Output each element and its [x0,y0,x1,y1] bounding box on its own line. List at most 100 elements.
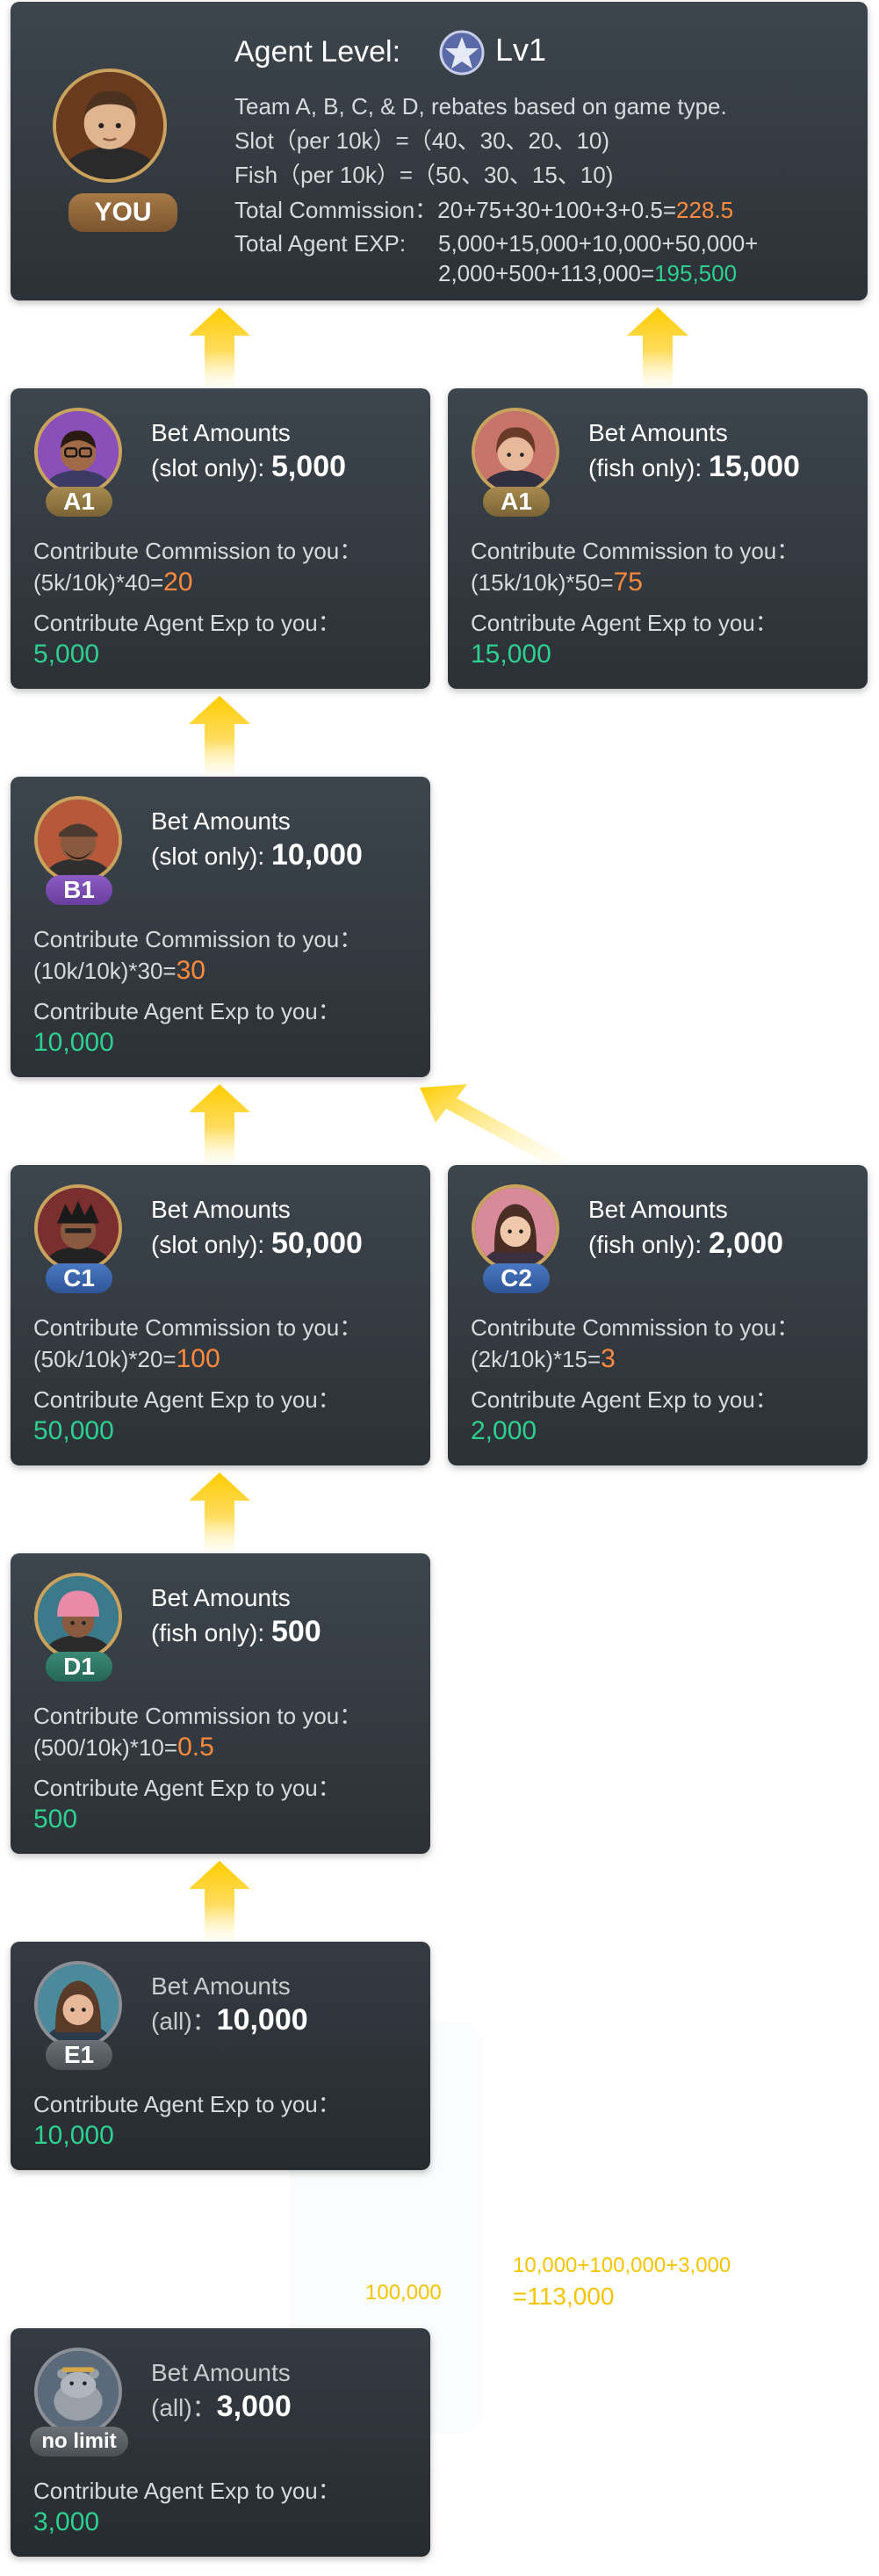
c1-commission-label: Contribute Commission to you： [33,1314,363,1341]
b1-badge: B1 [46,875,112,905]
e1-bet-label-2: (all)： [151,2008,217,2035]
member-card-c1: C1 Bet Amounts (slot only): 50,000 Contr… [11,1165,430,1465]
agent-level-value: Lv1 [495,32,547,68]
a1-slot-commission: (5k/10k)*40=20 [33,566,193,599]
a1-fish-badge: A1 [483,487,550,517]
b1-bet-label-1: Bet Amounts [151,807,291,835]
a1-fish-commission-label: Contribute Commission to you： [471,538,800,564]
a1-slot-bet-label-1: Bet Amounts [151,419,291,446]
no-limit-bet-line: (all)：3,000 [151,2390,292,2425]
c2-bet-label-2: (fish only): [588,1231,702,1258]
b1-exp-value: 10,000 [33,1028,114,1057]
a1-slot-badge: A1 [46,487,112,517]
b1-bet-label-2: (slot only): [151,843,265,870]
d1-avatar [34,1573,122,1661]
hippo-avatar-icon [38,2351,119,2432]
member-avatar-icon [38,800,119,880]
c2-commission-value: 3 [601,1344,616,1373]
up-arrow-icon [627,308,688,387]
e1-bet-line: (all)：10,000 [151,2003,308,2038]
a1-fish-bet-label-2: (fish only): [588,454,702,481]
member-card-d1: D1 Bet Amounts (fish only): 500 Contribu… [11,1553,430,1854]
a1-fish-exp-label: Contribute Agent Exp to you： [471,610,778,636]
diagonal-arrow-icon [420,1084,566,1167]
member-card-a1-fish: A1 Bet Amounts (fish only): 15,000 Contr… [448,388,868,689]
member-card-no-limit: no limit Bet Amounts (all)：3,000 Contrib… [11,2328,430,2557]
c2-bet-value: 2,000 [708,1226,784,1260]
agent-level-label: Agent Level: [234,35,401,69]
c2-avatar [472,1184,559,1272]
e1-bet-value: 10,000 [216,2003,308,2037]
c2-commission: (2k/10k)*15=3 [471,1342,616,1376]
a1-fish-commission-value: 75 [613,568,643,597]
c2-exp-label: Contribute Agent Exp to you： [471,1386,778,1413]
a1-slot-bet-label-2: (slot only): [151,454,265,481]
member-card-b1: B1 Bet Amounts (slot only): 10,000 Contr… [11,777,430,1077]
b1-exp-label: Contribute Agent Exp to you： [33,998,341,1024]
member-avatar-icon [38,411,119,492]
d1-commission-formula: (500/10k)*10= [33,1734,178,1761]
a1-slot-commission-label: Contribute Commission to you： [33,538,363,564]
c1-bet-label-2: (slot only): [151,1231,265,1258]
level-star-icon [439,30,485,76]
b1-bet-value: 10,000 [270,838,363,872]
total-commission-formula: 20+75+30+100+3+0.5= [437,197,677,223]
a1-fish-exp-value: 15,000 [471,640,551,669]
a1-fish-commission-formula: (15k/10k)*50= [471,569,614,596]
c1-bet-line: (slot only): 50,000 [151,1226,363,1262]
total-exp-label: Total Agent EXP: [234,230,407,257]
a1-slot-exp-label: Contribute Agent Exp to you： [33,610,341,636]
d1-bet-line: (fish only): 500 [151,1615,321,1650]
a1-slot-bet-line: (slot only): 5,000 [151,450,346,485]
c1-exp-label: Contribute Agent Exp to you： [33,1386,341,1413]
b1-bet-line: (slot only): 10,000 [151,838,363,873]
a1-fish-commission: (15k/10k)*50=75 [471,566,643,599]
you-badge: YOU [68,193,177,232]
b1-avatar [34,796,122,884]
b1-commission-value: 30 [176,956,205,985]
a1-slot-exp-value: 5,000 [33,640,100,669]
d1-commission: (500/10k)*10=0.5 [33,1731,214,1764]
total-exp-formula-2-text: 2,000+500+113,000= [438,260,655,286]
c1-bet-label-1: Bet Amounts [151,1196,291,1223]
c1-badge: C1 [46,1263,112,1293]
member-avatar-icon [38,1576,119,1657]
member-avatar-icon [38,1188,119,1269]
slot-rates: Slot（per 10k）=（40、30、20、10) [234,127,610,154]
b1-commission: (10k/10k)*30=30 [33,954,205,988]
c1-bet-value: 50,000 [270,1226,363,1260]
you-avatar [53,69,167,183]
a1-slot-commission-value: 20 [163,568,193,597]
no-limit-bet-label-1: Bet Amounts [151,2359,291,2386]
rebate-note: Team A, B, C, & D, rebates based on game… [234,93,727,119]
a1-fish-bet-label-1: Bet Amounts [588,419,728,446]
member-card-e1: E1 Bet Amounts (all)：10,000 Contribute A… [11,1942,430,2170]
total-commission-label: Total Commission： [234,197,438,223]
d1-badge: D1 [46,1652,112,1682]
e1-bet-label-1: Bet Amounts [151,1972,291,2000]
bracket-note-left: 100,000 [365,2281,442,2305]
c2-commission-label: Contribute Commission to you： [471,1314,800,1341]
total-commission-value: 228.5 [676,197,734,223]
a1-slot-avatar [34,408,122,496]
c2-bet-line: (fish only): 2,000 [588,1226,783,1262]
up-arrow-icon [189,1084,250,1163]
member-avatar-icon [475,411,556,492]
c1-commission: (50k/10k)*20=100 [33,1342,220,1376]
user-avatar-icon [56,72,163,179]
e1-avatar [34,1961,122,2049]
no-limit-exp-value: 3,000 [33,2507,100,2536]
agent-summary-card: YOU Agent Level: Lv1 Team A, B, C, & D, … [11,2,868,300]
c1-commission-formula: (50k/10k)*20= [33,1346,177,1372]
e1-exp-label: Contribute Agent Exp to you： [33,2091,341,2117]
c1-exp-value: 50,000 [33,1416,114,1445]
a1-fish-avatar [472,408,559,496]
no-limit-badge: no limit [30,2427,128,2457]
c1-commission-value: 100 [176,1344,220,1373]
member-avatar-icon [475,1188,556,1269]
member-card-a1-slot: A1 Bet Amounts (slot only): 5,000 Contri… [11,388,430,689]
d1-exp-label: Contribute Agent Exp to you： [33,1775,341,1801]
bracket-note-right-2: =113,000 [513,2283,615,2310]
c2-exp-value: 2,000 [471,1416,537,1445]
d1-exp-value: 500 [33,1805,78,1834]
